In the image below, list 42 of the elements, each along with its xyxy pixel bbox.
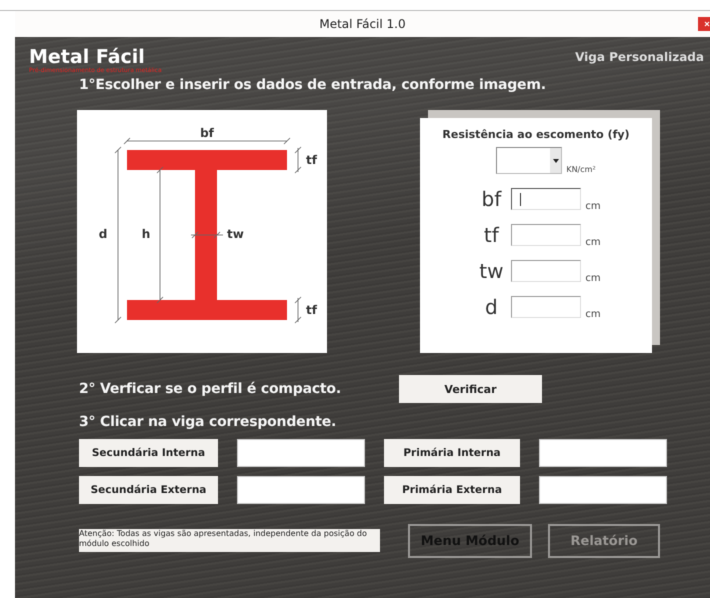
dimension-label: h [142, 227, 150, 241]
input-field[interactable] [511, 296, 582, 318]
beam-button[interactable]: Primária Externa [384, 476, 520, 504]
dimension-label: bf [200, 126, 214, 140]
unit-label: cm [585, 309, 601, 320]
dimension-line [294, 296, 302, 324]
window-title: Metal Fácil 1.0 [319, 17, 406, 31]
field-label: tw [478, 260, 504, 282]
screen-title: Viga Personalizada [575, 50, 704, 64]
close-icon [704, 21, 710, 27]
input-field[interactable] [511, 188, 582, 210]
dimension-label: tw [227, 227, 244, 241]
dimension-label: tf [306, 303, 317, 317]
unit-label: cm [585, 273, 601, 284]
step-instruction: 3° Clicar na viga correspondente. [79, 414, 338, 430]
input-field[interactable] [511, 224, 582, 246]
result-field[interactable] [237, 476, 365, 504]
field-label: bf [480, 188, 503, 210]
dropdown-field[interactable] [496, 147, 562, 174]
panel-title: Resistência ao escomento (fy) [442, 128, 630, 141]
step-instruction: 2° Verficar se o perfil é compacto. [79, 381, 341, 397]
field-label: d [484, 296, 499, 318]
step-instruction: 1°Escolher e inserir os dados de entrada, conforme imagem. [79, 77, 547, 93]
beam-button[interactable]: Secundária Interna [79, 439, 218, 467]
dimension-label: d [98, 227, 108, 241]
unit-label: KN/cm² [566, 165, 596, 174]
input-field[interactable] [511, 260, 582, 282]
dimension-line [294, 146, 302, 174]
beam-button[interactable]: Primária Interna [384, 439, 520, 467]
close-button[interactable] [698, 17, 710, 31]
result-field[interactable] [539, 439, 667, 467]
app-logo: Metal Fácil [29, 47, 145, 67]
result-field[interactable] [237, 439, 365, 467]
unit-label: cm [585, 201, 601, 212]
dimension-line [190, 232, 224, 238]
note-text: Atenção: Todas as vigas são apresentadas, independente da posição do módulo escolhido [79, 529, 380, 552]
verify-button[interactable]: Verificar [398, 375, 542, 403]
dimension-label: tf [306, 153, 317, 167]
unit-label: cm [585, 237, 601, 248]
beam-button[interactable]: Secundária Externa [79, 476, 218, 504]
field-label: tf [482, 224, 500, 246]
result-field[interactable] [539, 476, 667, 504]
